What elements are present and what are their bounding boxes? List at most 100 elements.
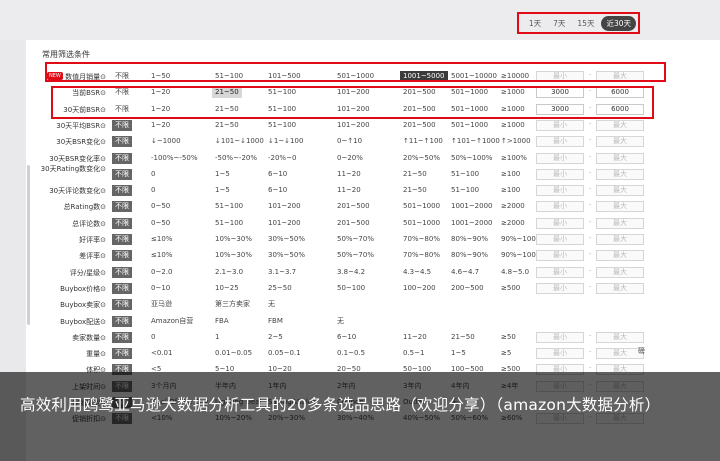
filter-option-button[interactable]: 50~100 <box>334 283 368 294</box>
filter-option-button[interactable]: 70%~80% <box>400 234 443 245</box>
filter-option-button[interactable]: 3.1~3.7 <box>265 267 299 278</box>
filter-option-button[interactable]: <0.01 <box>148 348 175 359</box>
filter-option-button[interactable]: ↑>1000 <box>498 136 534 147</box>
filter-option-button[interactable]: 3.8~4.2 <box>334 267 368 278</box>
filter-option-button[interactable]: 501~1000 <box>400 218 443 229</box>
max-input[interactable]: 最大 <box>596 120 644 131</box>
filter-option-button[interactable]: 不限 <box>112 218 132 229</box>
filter-option-button[interactable]: ≥50 <box>498 332 519 343</box>
filter-option-button[interactable]: FBA <box>212 316 232 327</box>
filter-option-button[interactable]: 51~100 <box>212 201 246 212</box>
filter-option-button[interactable]: 50%~100% <box>448 153 495 164</box>
filter-option-button[interactable]: 80%~90% <box>448 234 491 245</box>
filter-option-button[interactable]: ↑101~↑1000 <box>448 136 503 147</box>
filter-option-button[interactable]: 第三方卖家 <box>212 299 253 310</box>
filter-option-button[interactable]: 亚马逊 <box>148 299 175 310</box>
filter-option-button[interactable]: 不限 <box>112 332 132 343</box>
filter-option-button[interactable]: 20%~50% <box>400 153 443 164</box>
filter-option-button[interactable]: 0~2.0 <box>148 267 175 278</box>
min-input[interactable]: 最小 <box>536 267 584 278</box>
filter-option-button[interactable]: Amazon自营 <box>148 316 196 327</box>
min-input[interactable]: 最小 <box>536 218 584 229</box>
filter-option-button[interactable]: 21~50 <box>448 332 478 343</box>
filter-option-button[interactable]: 10~25 <box>212 283 242 294</box>
filter-option-button[interactable]: 6~10 <box>265 169 290 180</box>
filter-option-button[interactable]: 101~200 <box>265 218 304 229</box>
filter-option-button[interactable]: ≥1000 <box>498 120 528 131</box>
min-input[interactable]: 最小 <box>536 136 584 147</box>
max-input[interactable]: 最大 <box>596 136 644 147</box>
filter-option-button[interactable]: -20%~0 <box>265 153 299 164</box>
filter-option-button[interactable]: 不限 <box>112 316 132 327</box>
max-input[interactable]: 最大 <box>596 234 644 245</box>
filter-option-button[interactable]: 1~5 <box>448 348 469 359</box>
filter-option-button[interactable]: 不限 <box>112 136 132 147</box>
filter-option-button[interactable]: ≥100 <box>498 169 523 180</box>
filter-option-button[interactable]: 10%~30% <box>212 250 255 261</box>
filter-option-button[interactable]: 1~20 <box>148 120 173 131</box>
filter-option-button[interactable]: ≥500 <box>498 283 523 294</box>
filter-option-button[interactable]: 11~20 <box>334 185 364 196</box>
filter-option-button[interactable]: 0 <box>148 332 158 343</box>
time-range-option[interactable]: 15天 <box>572 16 599 31</box>
filter-option-button[interactable]: 0~10 <box>148 283 173 294</box>
min-input[interactable]: 最小 <box>536 250 584 261</box>
filter-option-button[interactable]: 0.05~0.1 <box>265 348 304 359</box>
filter-option-button[interactable]: 不限 <box>112 348 132 359</box>
filter-option-button[interactable]: 4.8~5.0 <box>498 267 532 278</box>
filter-option-button[interactable]: 51~100 <box>265 120 299 131</box>
filter-option-button[interactable]: 70%~80% <box>400 250 443 261</box>
filter-option-button[interactable]: 不限 <box>112 283 132 294</box>
filter-option-button[interactable]: 0.5~1 <box>400 348 427 359</box>
filter-option-button[interactable]: 不限 <box>112 299 132 310</box>
filter-option-button[interactable]: 0~↑10 <box>334 136 365 147</box>
filter-option-button[interactable]: 50%~70% <box>334 234 377 245</box>
filter-option-button[interactable]: ≤10% <box>148 250 175 261</box>
filter-option-button[interactable]: ≥2000 <box>498 201 528 212</box>
max-input[interactable]: 最大 <box>596 169 644 180</box>
filter-option-button[interactable]: ≥100 <box>498 185 523 196</box>
max-input[interactable]: 最大 <box>596 153 644 164</box>
filter-option-button[interactable]: 25~50 <box>265 283 295 294</box>
max-input[interactable]: 最大 <box>596 201 644 212</box>
min-input[interactable]: 最小 <box>536 234 584 245</box>
filter-option-button[interactable]: 21~50 <box>400 169 430 180</box>
filter-option-button[interactable]: 50%~70% <box>334 250 377 261</box>
filter-option-button[interactable]: 不限 <box>112 169 132 180</box>
filter-option-button[interactable]: -50%~-20% <box>212 153 260 164</box>
filter-option-button[interactable]: 201~500 <box>334 218 373 229</box>
filter-option-button[interactable]: 不限 <box>112 153 132 164</box>
filter-option-button[interactable]: 不限 <box>112 250 132 261</box>
max-input[interactable]: 最大 <box>596 283 644 294</box>
filter-option-button[interactable]: 0.1~0.5 <box>334 348 368 359</box>
filter-option-button[interactable]: ↓~1000 <box>148 136 184 147</box>
filter-option-button[interactable]: ↑11~↑100 <box>400 136 446 147</box>
min-input[interactable]: 最小 <box>536 153 584 164</box>
filter-option-button[interactable]: 501~1000 <box>400 201 443 212</box>
time-range-option[interactable]: 1天 <box>524 16 546 31</box>
filter-option-button[interactable]: 21~50 <box>212 120 242 131</box>
min-input[interactable]: 最小 <box>536 348 584 359</box>
filter-option-button[interactable]: ≥2000 <box>498 218 528 229</box>
min-input[interactable]: 最小 <box>536 185 584 196</box>
filter-option-button[interactable]: 不限 <box>112 120 132 131</box>
min-input[interactable]: 最小 <box>536 169 584 180</box>
filter-option-button[interactable]: 11~20 <box>334 169 364 180</box>
filter-option-button[interactable]: 4.3~4.5 <box>400 267 434 278</box>
filter-option-button[interactable]: 101~200 <box>265 201 304 212</box>
filter-option-button[interactable]: ≥5 <box>498 348 514 359</box>
filter-option-button[interactable]: ↓101~↓1000 <box>212 136 267 147</box>
filter-option-button[interactable]: 101~200 <box>334 120 373 131</box>
filter-option-button[interactable]: 0 <box>148 169 158 180</box>
filter-option-button[interactable]: 1~5 <box>212 169 233 180</box>
filter-option-button[interactable]: 21~50 <box>400 185 430 196</box>
filter-option-button[interactable]: 不限 <box>112 234 132 245</box>
filter-option-button[interactable]: 1~5 <box>212 185 233 196</box>
max-input[interactable]: 最大 <box>596 218 644 229</box>
filter-option-button[interactable]: 51~100 <box>212 218 246 229</box>
filter-option-button[interactable]: ≤10% <box>148 234 175 245</box>
filter-option-button[interactable]: 不限 <box>112 185 132 196</box>
filter-option-button[interactable]: ↓1~↓100 <box>265 136 306 147</box>
filter-option-button[interactable]: 0~50 <box>148 218 173 229</box>
filter-option-button[interactable]: -100%~-50% <box>148 153 201 164</box>
